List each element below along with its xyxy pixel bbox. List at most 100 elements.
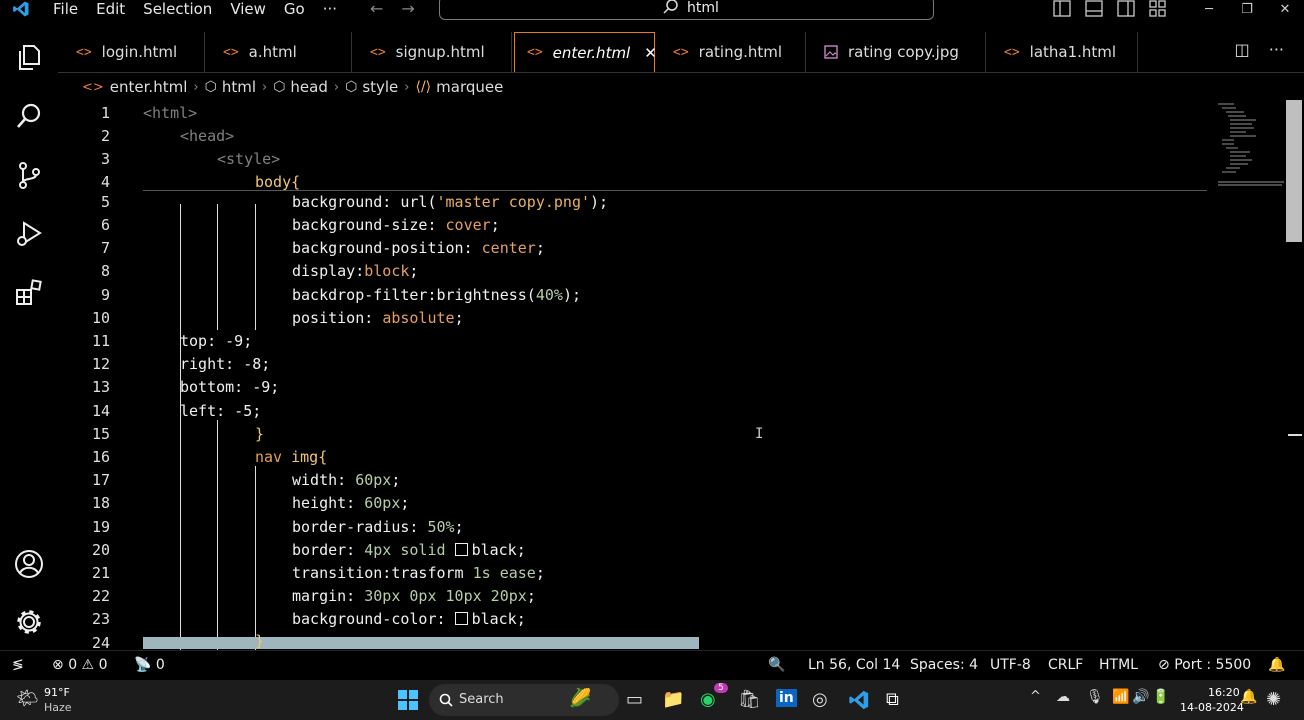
line-number: 12 — [91, 355, 110, 373]
line-number: 21 — [91, 564, 110, 582]
windows-start-icon[interactable] — [397, 689, 419, 711]
toggle-panel-icon[interactable] — [1084, 0, 1104, 18]
language-mode[interactable]: HTML — [1099, 657, 1138, 673]
code-line: background-position: center; — [292, 239, 545, 257]
search-label: Search — [459, 692, 504, 707]
search-sidebar-icon[interactable] — [14, 101, 44, 131]
menu-go[interactable]: Go — [275, 0, 314, 18]
run-debug-icon[interactable] — [14, 219, 44, 249]
menu-bar: File Edit Selection View Go ··· — [44, 0, 346, 18]
code-line: body{ — [255, 173, 301, 191]
snipping-tool-icon[interactable]: ⧉ — [886, 689, 899, 710]
live-server-port[interactable]: ⊘ Port : 5500 — [1158, 657, 1251, 673]
tab-login[interactable]: <> login.html — [58, 32, 205, 72]
linkedin-icon[interactable]: in — [776, 689, 797, 707]
cursor-position[interactable]: Ln 56, Col 14 — [808, 657, 900, 673]
clock-time[interactable]: 16:20 — [1208, 686, 1240, 699]
show-hidden-icons[interactable]: ^ — [1030, 689, 1041, 704]
breadcrumb-style[interactable]: style — [362, 78, 398, 96]
nav-arrows: ←→ — [370, 0, 433, 18]
restore-icon[interactable]: ❐ — [1228, 2, 1266, 17]
task-view-icon[interactable]: ▭ — [626, 689, 643, 710]
notifications-bell-icon[interactable]: 🔔 — [1268, 657, 1285, 673]
code-editor[interactable]: 1 2 3 4 5 6 7 8 9 10 11 12 13 14 15 16 1… — [58, 100, 1304, 650]
microphone-icon[interactable]: 🎙 — [1086, 689, 1104, 705]
tab-latha1[interactable]: <> latha1.html — [986, 32, 1138, 72]
clock-date[interactable]: 14-08-2024 — [1180, 701, 1244, 714]
toggle-secondary-sidebar-icon[interactable] — [1116, 0, 1136, 18]
indentation[interactable]: Spaces: 4 — [910, 657, 978, 673]
chevron-right-icon: › — [193, 79, 199, 95]
tab-signup[interactable]: <> signup.html — [352, 32, 512, 72]
color-swatch[interactable] — [454, 543, 468, 556]
breadcrumb-html[interactable]: html — [222, 78, 256, 96]
menu-more[interactable]: ··· — [314, 0, 346, 18]
vscode-taskbar-icon[interactable] — [848, 689, 870, 711]
menu-edit[interactable]: Edit — [87, 0, 134, 18]
file-explorer-icon[interactable]: 📁 — [662, 689, 684, 710]
code-line: display:block; — [292, 262, 419, 280]
volume-icon[interactable]: 🔊 — [1132, 689, 1149, 705]
tab-label: rating.html — [698, 43, 783, 61]
breadcrumb-marquee[interactable]: marquee — [436, 78, 503, 96]
code-line: background-size: cover; — [292, 216, 500, 234]
code-line: right: -8; — [180, 355, 271, 373]
tab-label: enter.html — [552, 43, 631, 62]
weather-temp[interactable]: 91°F — [44, 686, 70, 699]
line-ending[interactable]: CRLF — [1048, 657, 1083, 673]
menu-selection[interactable]: Selection — [134, 0, 221, 18]
color-swatch[interactable] — [454, 612, 468, 625]
minimize-icon[interactable]: ─ — [1190, 2, 1228, 17]
explorer-icon[interactable] — [14, 42, 44, 72]
forward-arrow-icon[interactable]: → — [401, 0, 432, 18]
remote-icon[interactable]: ≶ — [12, 657, 24, 673]
ports-indicator[interactable]: 📡 0 — [134, 657, 165, 673]
line-number: 17 — [91, 471, 110, 489]
line-number: 10 — [91, 309, 110, 327]
battery-icon[interactable]: 🔋 — [1152, 689, 1169, 705]
toggle-sidebar-icon[interactable] — [1052, 0, 1072, 18]
encoding[interactable]: UTF-8 — [990, 657, 1031, 673]
tab-rating[interactable]: <> rating.html — [655, 32, 806, 72]
tab-rating-copy[interactable]: rating copy.jpg — [806, 32, 986, 72]
code-line: left: -5; — [180, 402, 262, 420]
account-icon[interactable] — [14, 549, 44, 579]
menu-file[interactable]: File — [44, 0, 87, 18]
taskbar-search[interactable]: Search 🌽 — [429, 684, 619, 716]
settings-gear-icon[interactable] — [14, 607, 44, 637]
image-icon — [824, 45, 838, 59]
command-center[interactable]: html — [439, 0, 934, 20]
search-highlight-icon: 🌽 — [569, 688, 592, 709]
tab-enter[interactable]: <> enter.html ✕ — [514, 32, 657, 72]
split-editor-icon[interactable]: ◫ — [1235, 40, 1250, 59]
minimap[interactable] — [1216, 100, 1286, 190]
menu-view[interactable]: View — [221, 0, 275, 18]
whatsapp-icon[interactable]: ◉ — [700, 689, 716, 710]
vertical-scrollbar[interactable] — [1286, 100, 1302, 242]
element-cube-icon: ⬡ — [345, 79, 358, 95]
indent-guide — [255, 466, 256, 650]
problems-indicator[interactable]: ⊗ 0 ⚠ 0 — [52, 657, 107, 673]
zoom-icon[interactable]: 🔍 — [768, 657, 785, 673]
wifi-icon[interactable]: 📶 — [1112, 689, 1129, 705]
weather-desc[interactable]: Haze — [44, 701, 72, 714]
back-arrow-icon[interactable]: ← — [370, 0, 401, 18]
copilot-icon[interactable]: ✺ — [1266, 689, 1281, 710]
onedrive-icon[interactable]: ☁ — [1056, 689, 1070, 705]
microsoft-store-icon[interactable]: 🛍 — [738, 689, 761, 710]
notification-icon[interactable]: 🔔 — [1240, 689, 1257, 705]
breadcrumb-file[interactable]: enter.html — [110, 78, 188, 96]
weather-icon[interactable]: 🌤 — [16, 688, 39, 709]
extensions-icon[interactable] — [14, 278, 44, 308]
horizontal-scrollbar[interactable] — [143, 637, 699, 649]
code-line: } — [255, 425, 265, 443]
breadcrumb-head[interactable]: head — [290, 78, 327, 96]
activity-bar — [0, 20, 58, 650]
vscode-logo-icon — [13, 1, 29, 17]
tab-a[interactable]: <> a.html — [205, 32, 352, 72]
source-control-icon[interactable] — [14, 160, 44, 190]
close-window-icon[interactable]: ✕ — [1266, 2, 1304, 17]
more-actions-icon[interactable]: ··· — [1269, 40, 1284, 59]
customize-layout-icon[interactable] — [1148, 0, 1168, 18]
dell-icon[interactable]: ◎ — [812, 689, 828, 710]
